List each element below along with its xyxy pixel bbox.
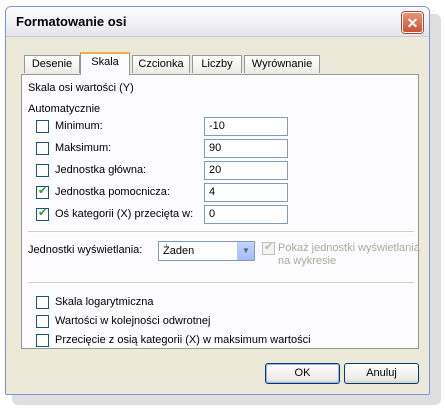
section-title: Skala osi wartości (Y) — [28, 82, 134, 94]
close-button[interactable]: ✕ — [402, 12, 423, 33]
minimum-input[interactable]: -10 — [204, 117, 288, 136]
display-units-label: Jednostki wyświetlania: — [28, 244, 143, 256]
display-units-select[interactable]: Żaden ▼ — [158, 241, 255, 261]
log-scale-label: Skala logarytmiczna — [55, 296, 154, 308]
tab-label: Czcionka — [138, 58, 184, 70]
minimum-auto-checkbox[interactable] — [36, 120, 49, 133]
window-title: Formatowanie osi — [16, 14, 127, 29]
ok-button[interactable]: OK — [265, 363, 340, 384]
tab-panel-skala: Skala osi wartości (Y) Automatycznie Min… — [21, 74, 420, 349]
tab-desenie[interactable]: Desenie — [24, 55, 80, 73]
chevron-down-icon[interactable]: ▼ — [237, 242, 254, 260]
title-bar[interactable]: Formatowanie osi ✕ — [6, 7, 429, 37]
dialog-window: Formatowanie osi ✕ Desenie Skala Czcionk… — [5, 6, 430, 395]
major-unit-input[interactable]: 20 — [204, 161, 288, 180]
minor-unit-auto-checkbox[interactable] — [36, 184, 49, 199]
category-axis-crosses-label: Oś kategorii (X) przecięta w: — [55, 208, 194, 220]
reverse-order-label: Wartości w kolejności odwrotnej — [55, 315, 211, 327]
show-display-units-label: Pokaż jednostki wyświetlania — [278, 242, 420, 254]
minor-unit-label: Jednostka pomocnicza: — [55, 186, 170, 198]
tab-skala[interactable]: Skala — [80, 52, 130, 75]
cancel-button[interactable]: Anuluj — [344, 363, 419, 384]
tab-label: Desenie — [31, 58, 73, 70]
category-axis-crosses-input[interactable]: 0 — [204, 205, 288, 224]
log-scale-checkbox[interactable] — [36, 296, 49, 309]
close-icon: ✕ — [406, 15, 419, 31]
separator — [28, 231, 414, 233]
reverse-order-checkbox[interactable] — [36, 315, 49, 328]
major-unit-auto-checkbox[interactable] — [36, 164, 49, 177]
major-unit-label: Jednostka główna: — [55, 164, 147, 176]
maximum-label: Maksimum: — [55, 142, 112, 154]
tab-label: Skala — [91, 56, 119, 68]
maximum-auto-checkbox[interactable] — [36, 142, 49, 155]
separator — [28, 282, 414, 284]
crosses-at-max-checkbox[interactable] — [36, 334, 49, 347]
minimum-label: Minimum: — [55, 120, 103, 132]
display-units-value: Żaden — [163, 245, 195, 257]
show-display-units-checkbox — [262, 240, 275, 255]
category-axis-crosses-auto-checkbox[interactable] — [36, 206, 49, 221]
auto-label: Automatycznie — [28, 103, 101, 115]
minor-unit-input[interactable]: 4 — [204, 183, 288, 202]
tab-label: Liczby — [201, 58, 233, 70]
tab-wyrownanie[interactable]: Wyrównanie — [244, 55, 320, 73]
tab-label: Wyrównanie — [251, 58, 313, 70]
tab-liczby[interactable]: Liczby — [192, 55, 242, 73]
show-display-units-label-line2: na wykresie — [278, 255, 337, 267]
crosses-at-max-label: Przecięcie z osią kategorii (X) w maksim… — [55, 334, 311, 346]
tab-czcionka[interactable]: Czcionka — [132, 55, 190, 73]
maximum-input[interactable]: 90 — [204, 139, 288, 158]
